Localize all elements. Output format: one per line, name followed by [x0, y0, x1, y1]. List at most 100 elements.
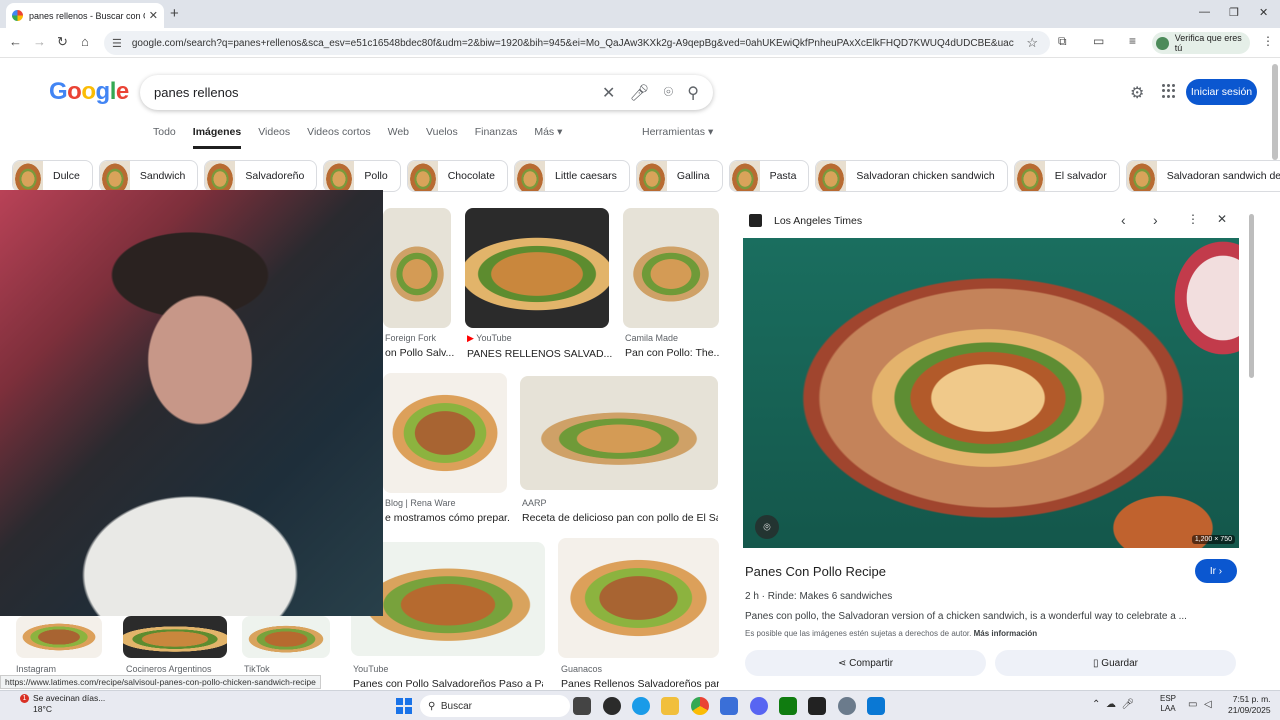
result-image[interactable]	[465, 208, 609, 328]
site-info-icon[interactable]: ☰	[112, 37, 122, 50]
result-caption[interactable]: Instagram	[16, 664, 116, 674]
epic-games-icon[interactable]	[808, 697, 826, 715]
restore-icon[interactable]: ❐	[1229, 6, 1239, 19]
chip-salvadoran-sandwich-de[interactable]: Salvadoran sandwich de	[1125, 160, 1280, 192]
save-button[interactable]: ▯ Guardar	[995, 650, 1236, 676]
result-caption[interactable]: Cocineros Argentinos	[126, 664, 236, 674]
home-icon[interactable]: ⌂	[81, 34, 89, 49]
microphone-icon[interactable]: 🎤︎	[1122, 699, 1135, 710]
more-options-icon[interactable]: ⋮	[1187, 212, 1199, 226]
settings-app-icon[interactable]	[838, 697, 856, 715]
result-image[interactable]	[558, 538, 719, 658]
address-bar[interactable]: ☰ google.com/search?q=panes+rellenos&sca…	[104, 31, 1050, 55]
back-icon[interactable]: ←	[9, 34, 22, 49]
settings-gear-icon[interactable]: ⚙	[1130, 83, 1144, 103]
tab-imagenes[interactable]: Imágenes	[192, 126, 242, 149]
bookmark-star-icon[interactable]: ☆	[1026, 35, 1038, 51]
chip-pasta[interactable]: Pasta	[728, 160, 810, 192]
search-input[interactable]: panes rellenos	[154, 85, 602, 100]
result-caption[interactable]: Blog | Rena Ware e mostramos cómo prepar…	[385, 498, 510, 524]
forward-icon[interactable]: →	[33, 34, 46, 49]
tab-web[interactable]: Web	[388, 126, 409, 149]
close-preview-icon[interactable]: ✕	[1217, 212, 1227, 226]
voice-search-icon[interactable]: 🎤︎	[629, 83, 649, 103]
obs-icon[interactable]	[603, 697, 621, 715]
discord-icon[interactable]	[750, 697, 768, 715]
tab-vuelos[interactable]: Vuelos	[426, 126, 458, 149]
result-caption[interactable]: Camila Made Pan con Pollo: The...	[625, 333, 719, 359]
result-image[interactable]	[383, 208, 451, 328]
chip-dulce[interactable]: Dulce	[12, 160, 93, 192]
verify-identity-chip[interactable]: Verifica que eres tú	[1152, 32, 1250, 54]
chip-pollo[interactable]: Pollo	[323, 160, 401, 192]
chip-salvadoran-chicken-sandwich[interactable]: Salvadoran chicken sandwich	[815, 160, 1008, 192]
clear-search-icon[interactable]: ✕	[602, 83, 615, 103]
chip-el-salvador[interactable]: El salvador	[1013, 160, 1120, 192]
result-caption[interactable]: AARP Receta de delicioso pan con pollo d…	[522, 498, 718, 524]
search-icon[interactable]: ⚲	[687, 83, 699, 103]
cloud-icon[interactable]: ☁	[1106, 699, 1116, 710]
preview-image[interactable]: ⌾ 1,200 × 750	[743, 238, 1239, 548]
browser-tab[interactable]: panes rellenos - Buscar con Go ✕	[6, 3, 164, 28]
store-icon[interactable]	[720, 697, 738, 715]
preview-title[interactable]: Panes Con Pollo Recipe	[745, 564, 886, 579]
result-image[interactable]	[242, 616, 330, 658]
language-indicator[interactable]: ESP LAA	[1160, 694, 1176, 714]
edge-icon[interactable]	[632, 697, 650, 715]
xbox-icon[interactable]	[779, 697, 797, 715]
minimize-icon[interactable]: —	[1199, 6, 1210, 18]
system-tray[interactable]: ⌃ ☁ 🎤︎	[1092, 699, 1134, 710]
tab-videos-cortos[interactable]: Videos cortos	[307, 126, 370, 149]
result-caption[interactable]: Guanacos Panes Rellenos Salvadoreños par…	[561, 664, 719, 690]
tab-finanzas[interactable]: Finanzas	[475, 126, 518, 149]
tab-todo[interactable]: Todo	[153, 126, 176, 149]
close-window-icon[interactable]: ✕	[1259, 6, 1268, 19]
extensions-icon[interactable]: ⧉	[1058, 34, 1067, 49]
media-controls-icon[interactable]: ≡	[1129, 34, 1136, 48]
tab-videos[interactable]: Videos	[258, 126, 290, 149]
result-caption[interactable]: Foreign Fork on Pollo Salv...	[385, 333, 465, 359]
chevron-up-icon[interactable]: ⌃	[1092, 699, 1100, 710]
chip-chocolate[interactable]: Chocolate	[406, 160, 508, 192]
result-image[interactable]	[16, 616, 102, 658]
share-button[interactable]: ⋖ Compartir	[745, 650, 986, 676]
lens-search-icon[interactable]: ⌾	[664, 84, 674, 102]
chip-salvadoreno[interactable]: Salvadoreño	[204, 160, 318, 192]
result-image[interactable]	[623, 208, 719, 328]
more-info-link[interactable]: Más información	[974, 629, 1038, 638]
panel-scrollbar[interactable]	[1249, 214, 1254, 378]
result-image[interactable]	[123, 616, 227, 658]
task-view-icon[interactable]	[573, 697, 591, 715]
app-icon[interactable]	[867, 697, 885, 715]
next-image-icon[interactable]: ›	[1153, 212, 1158, 228]
browser-menu-icon[interactable]: ⋮	[1262, 34, 1274, 48]
lens-icon[interactable]: ⌾	[755, 515, 779, 539]
visit-button[interactable]: Ir ›	[1195, 559, 1237, 583]
page-scrollbar[interactable]	[1272, 64, 1278, 160]
windows-start-icon[interactable]	[396, 698, 412, 714]
result-caption[interactable]: TikTok	[244, 664, 339, 674]
chrome-icon[interactable]	[691, 697, 709, 715]
network-icon[interactable]: ▭	[1188, 699, 1197, 710]
preview-source[interactable]: Los Angeles Times	[749, 214, 862, 227]
google-logo[interactable]: Google	[49, 78, 129, 106]
tools-menu[interactable]: Herramientas ▾	[642, 126, 713, 138]
clock[interactable]: 7:51 p. m. 21/09/2025	[1228, 694, 1271, 716]
chip-gallina[interactable]: Gallina	[635, 160, 723, 192]
result-image[interactable]	[520, 376, 718, 490]
cast-icon[interactable]: ▭	[1093, 34, 1104, 48]
prev-image-icon[interactable]: ‹	[1121, 212, 1126, 228]
result-caption[interactable]: YouTube Panes con Pollo Salvadoreños Pas…	[353, 664, 543, 690]
chip-sandwich[interactable]: Sandwich	[98, 160, 199, 192]
chip-little-caesars[interactable]: Little caesars	[514, 160, 630, 192]
result-image[interactable]	[383, 373, 507, 493]
signin-button[interactable]: Iniciar sesión	[1186, 79, 1257, 105]
volume-icon[interactable]: ◁	[1204, 699, 1212, 710]
file-explorer-icon[interactable]	[661, 697, 679, 715]
weather-widget[interactable]: 1 Se avecinan días... 18°C	[14, 693, 105, 715]
search-box[interactable]: panes rellenos ✕ 🎤︎ ⌾ ⚲	[140, 75, 713, 110]
new-tab-icon[interactable]: +	[170, 5, 179, 22]
google-apps-icon[interactable]	[1162, 84, 1176, 98]
tab-mas[interactable]: Más ▾	[534, 126, 562, 149]
reload-icon[interactable]: ↻	[57, 34, 68, 50]
